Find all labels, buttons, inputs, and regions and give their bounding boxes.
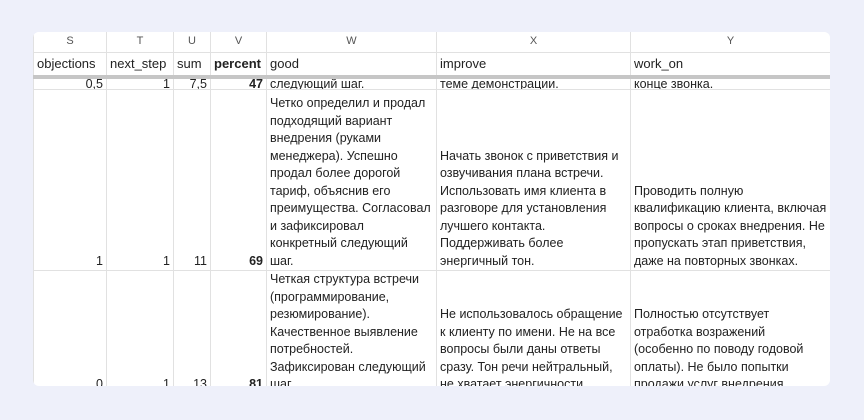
column-header-w[interactable]: W [266, 32, 437, 53]
table-row: 1 1 11 69 Четко определил и продал подхо… [33, 89, 830, 271]
header-cell-next-step[interactable]: next_step [106, 52, 174, 79]
cell-text: следующий шаг. [270, 77, 365, 90]
cell-sum[interactable]: 7,5 [173, 76, 211, 90]
cell-improve[interactable]: теме демонстрации. [436, 76, 631, 90]
column-header-t[interactable]: T [106, 32, 174, 53]
cell-work-on[interactable]: Полностью отсутствует отработка возражен… [630, 270, 830, 386]
cell-improve[interactable]: Начать звонок с приветствия и озвучивани… [436, 89, 631, 271]
cell-percent[interactable]: 69 [210, 89, 267, 271]
header-cell-improve[interactable]: improve [436, 52, 631, 79]
table-row: 0 1 13 81 Четкая структура встречи (прог… [33, 270, 830, 386]
header-cell-objections[interactable]: objections [33, 52, 107, 79]
cell-next-step[interactable]: 1 [106, 270, 174, 386]
cell-improve[interactable]: Не использовалось обращение к клиенту по… [436, 270, 631, 386]
column-header-s[interactable]: S [33, 32, 107, 53]
cell-sum[interactable]: 11 [173, 89, 211, 271]
cell-percent[interactable]: 81 [210, 270, 267, 386]
column-letters-row: S T U V W X Y [33, 32, 830, 53]
cell-text: 7,5 [189, 77, 207, 90]
cell-objections[interactable]: 1 [33, 89, 107, 271]
cell-text: 47 [249, 77, 263, 90]
header-cell-percent[interactable]: percent [210, 52, 267, 79]
header-cell-good[interactable]: good [266, 52, 437, 79]
cell-next-step[interactable]: 1 [106, 76, 174, 90]
cell-text: 1 [163, 77, 170, 90]
sheet-grid: S T U V W X Y objections next_step sum p… [33, 32, 830, 386]
cell-objections[interactable]: 0 [33, 270, 107, 386]
header-cell-work-on[interactable]: work_on [630, 52, 830, 79]
spreadsheet: S T U V W X Y objections next_step sum p… [33, 32, 830, 386]
cell-text: конце звонка. [634, 77, 714, 90]
cell-text: 0,5 [85, 77, 103, 90]
column-header-u[interactable]: U [173, 32, 211, 53]
table-row: 0,5 1 7,5 47 следующий шаг. теме демонст… [33, 76, 830, 90]
cell-sum[interactable]: 13 [173, 270, 211, 386]
cell-work-on[interactable]: Проводить полную квалификацию клиента, в… [630, 89, 830, 271]
cell-good[interactable]: Четко определил и продал подходящий вари… [266, 89, 437, 271]
cell-good[interactable]: Четкая структура встречи (программирован… [266, 270, 437, 386]
column-header-x[interactable]: X [436, 32, 631, 53]
cell-text: теме демонстрации. [440, 77, 559, 90]
cell-next-step[interactable]: 1 [106, 89, 174, 271]
cell-objections[interactable]: 0,5 [33, 76, 107, 90]
column-header-y[interactable]: Y [630, 32, 830, 53]
cell-work-on[interactable]: конце звонка. [630, 76, 830, 90]
column-header-v[interactable]: V [210, 32, 267, 53]
cell-good[interactable]: следующий шаг. [266, 76, 437, 90]
header-cell-sum[interactable]: sum [173, 52, 211, 79]
cell-percent[interactable]: 47 [210, 76, 267, 90]
header-row: objections next_step sum percent good im… [33, 52, 830, 79]
